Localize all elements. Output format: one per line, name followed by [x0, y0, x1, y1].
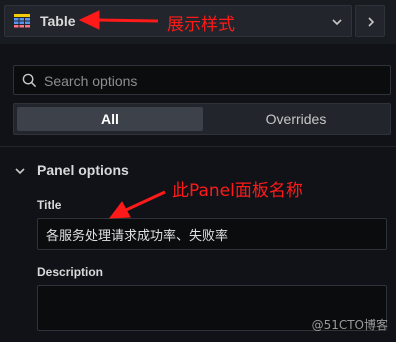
arrow-to-title [108, 190, 166, 219]
watermark: @51CTO博客 [311, 318, 388, 332]
arrow-to-visualization [78, 10, 159, 30]
annotation-arrows [78, 10, 166, 219]
